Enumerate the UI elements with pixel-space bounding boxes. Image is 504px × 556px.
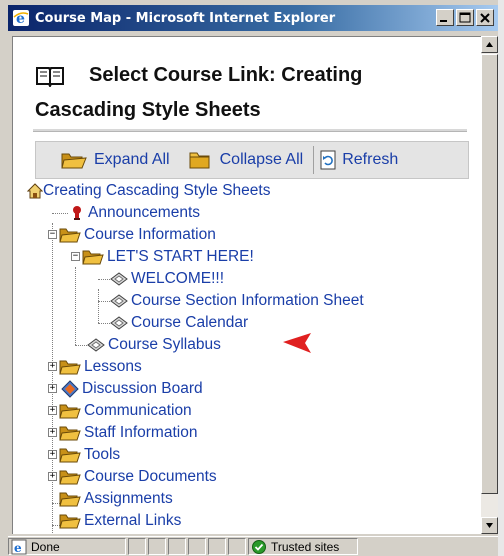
discussion-icon	[61, 380, 79, 398]
expand-toggle[interactable]: +	[48, 406, 57, 415]
tree-item-lessons[interactable]: Lessons	[59, 356, 142, 378]
open-folder-icon	[59, 404, 81, 419]
tree-item-label: Course Information	[84, 226, 216, 243]
tree-item-course-section-information-sheet[interactable]: Course Section Information Sheet	[110, 290, 364, 312]
status-cell: e Done	[8, 538, 126, 555]
open-folder-icon	[59, 470, 81, 485]
trusted-check-icon	[252, 539, 266, 554]
tree-item-course-calendar[interactable]: Course Calendar	[110, 312, 248, 334]
tree-guide-line	[75, 267, 76, 345]
status-cell	[128, 538, 146, 555]
tree-root[interactable]: Creating Cascading Style Sheets	[27, 180, 270, 202]
expand-toggle[interactable]: +	[48, 362, 57, 371]
arrow-down-icon	[486, 523, 493, 528]
tree-root-label: Creating Cascading Style Sheets	[43, 182, 271, 199]
page-done-icon: e	[11, 539, 27, 555]
tree-item-label: Communication	[84, 402, 192, 419]
document-icon	[110, 272, 128, 286]
tree-guide-line	[98, 289, 99, 323]
tree-item-label: Course Syllabus	[108, 336, 221, 353]
document-icon	[110, 294, 128, 308]
arrow-up-icon	[486, 42, 493, 47]
open-folder-icon	[82, 250, 104, 265]
tree-item-label: Course Calendar	[131, 314, 249, 331]
scroll-up-button[interactable]	[481, 36, 498, 53]
open-folder-icon	[59, 360, 81, 375]
tree-item-label: Announcements	[88, 204, 201, 221]
tree-item-course-documents[interactable]: Course Documents	[59, 466, 217, 488]
close-button[interactable]	[476, 9, 494, 26]
browser-window: e Course Map - Microsoft Internet Explor…	[0, 0, 504, 556]
vertical-scrollbar[interactable]	[481, 36, 498, 534]
minimize-icon	[440, 20, 447, 22]
announcement-icon	[73, 206, 81, 220]
home-icon	[27, 183, 43, 199]
open-folder-icon	[59, 492, 81, 507]
svg-text:e: e	[14, 541, 22, 555]
tree-item-course-syllabus[interactable]: Course Syllabus	[87, 334, 221, 356]
internet-explorer-icon: e	[13, 10, 29, 27]
tree-guide-line	[98, 279, 110, 280]
open-folder-icon	[59, 514, 81, 529]
status-cell	[148, 538, 166, 555]
status-text: Done	[31, 539, 60, 554]
collapse-toggle[interactable]: −	[48, 230, 57, 239]
tree-item-welcome[interactable]: WELCOME!!!	[110, 268, 224, 290]
tree-item-label: Discussion Board	[82, 380, 203, 397]
tree-item-communication[interactable]: Communication	[59, 400, 192, 422]
tree-item-announcements[interactable]: Announcements	[69, 202, 200, 224]
tree-item-tools[interactable]: Tools	[59, 444, 120, 466]
status-cell	[188, 538, 206, 555]
tree-guide-line	[98, 323, 110, 324]
expand-toggle[interactable]: +	[48, 384, 57, 393]
tree-item-label: Staff Information	[84, 424, 198, 441]
close-icon	[480, 13, 490, 23]
document-icon	[87, 338, 105, 352]
maximize-button[interactable]	[456, 9, 474, 26]
maximize-icon	[459, 12, 471, 23]
tree-item-label: Course Documents	[84, 468, 217, 485]
page-content: Select Course Link: Creating Cascading S…	[12, 36, 481, 534]
status-cell	[208, 538, 226, 555]
tree-item-label: External Links	[84, 512, 182, 529]
tree-item-course-information[interactable]: Course Information	[59, 224, 216, 246]
minimize-button[interactable]	[436, 9, 454, 26]
open-folder-icon	[59, 426, 81, 441]
course-tree: Creating Cascading Style Sheets Announce…	[13, 37, 481, 534]
expand-toggle[interactable]: +	[48, 450, 57, 459]
tree-item-assignments[interactable]: Assignments	[59, 488, 173, 510]
tree-item-discussion-board[interactable]: Discussion Board	[61, 378, 203, 400]
expand-toggle[interactable]: +	[48, 428, 57, 437]
scroll-down-button[interactable]	[481, 517, 498, 534]
tree-item-label: Lessons	[84, 358, 142, 375]
tree-item-label: LET'S START HERE!	[107, 248, 254, 265]
tree-item-label: Tools	[84, 446, 121, 463]
red-pointer-arrow	[283, 333, 391, 353]
scrollbar-thumb[interactable]	[481, 54, 498, 494]
security-zone-text: Trusted sites	[271, 539, 340, 554]
window-title: Course Map - Microsoft Internet Explorer	[35, 10, 336, 26]
tree-guide-line	[75, 345, 87, 346]
security-zone-cell: Trusted sites	[248, 538, 358, 555]
collapse-toggle[interactable]: −	[71, 252, 80, 261]
tree-item-label: WELCOME!!!	[131, 270, 225, 287]
tree-item-lets-start-here[interactable]: LET'S START HERE!	[82, 246, 254, 268]
title-bar[interactable]: e Course Map - Microsoft Internet Explor…	[8, 5, 498, 31]
tree-guide-line	[52, 223, 53, 534]
tree-item-label: Course Section Information Sheet	[131, 292, 364, 309]
status-cell	[168, 538, 186, 555]
tree-item-external-links[interactable]: External Links	[59, 510, 181, 532]
tree-item-label: Assignments	[84, 490, 173, 507]
status-cell	[228, 538, 246, 555]
tree-guide-line	[52, 213, 68, 214]
expand-toggle[interactable]: +	[48, 472, 57, 481]
tree-item-staff-information[interactable]: Staff Information	[59, 422, 197, 444]
open-folder-icon	[59, 228, 81, 243]
open-folder-icon	[59, 448, 81, 463]
document-icon	[110, 316, 128, 330]
tree-guide-line	[98, 301, 110, 302]
background-strip	[498, 0, 504, 556]
status-bar: e Done Trusted sites	[8, 536, 498, 556]
